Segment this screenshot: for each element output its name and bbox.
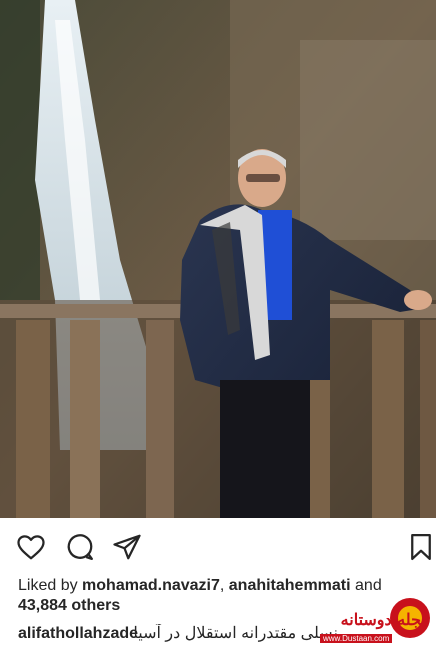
likes-others-count[interactable]: 43,884 others xyxy=(18,597,120,614)
liker-username-2[interactable]: anahitahemmati xyxy=(229,577,351,594)
paper-plane-icon[interactable] xyxy=(112,532,142,562)
caption-username[interactable]: alifathollahzade xyxy=(18,625,138,642)
site-watermark: مجله دوستانه www.Dustaan.com xyxy=(318,596,436,646)
post-action-bar xyxy=(0,518,436,574)
post-photo[interactable] xyxy=(0,0,436,518)
comment-bubble-icon[interactable] xyxy=(65,532,95,562)
liker-username-1[interactable]: mohamad.navazi7 xyxy=(82,577,220,594)
caption-text: نسلی مقتدرانه استقلال در آسیا xyxy=(133,625,338,642)
likes-prefix: Liked by xyxy=(18,577,83,594)
bookmark-icon[interactable] xyxy=(406,532,436,562)
likes-separator: , xyxy=(219,577,229,594)
waterfall-scene-image xyxy=(0,0,436,518)
heart-outline-icon[interactable] xyxy=(16,532,46,562)
watermark-url: www.Dustaan.com xyxy=(320,634,393,643)
watermark-brand: مجله دوستانه xyxy=(340,610,430,629)
likes-conjunction: and xyxy=(350,577,382,594)
